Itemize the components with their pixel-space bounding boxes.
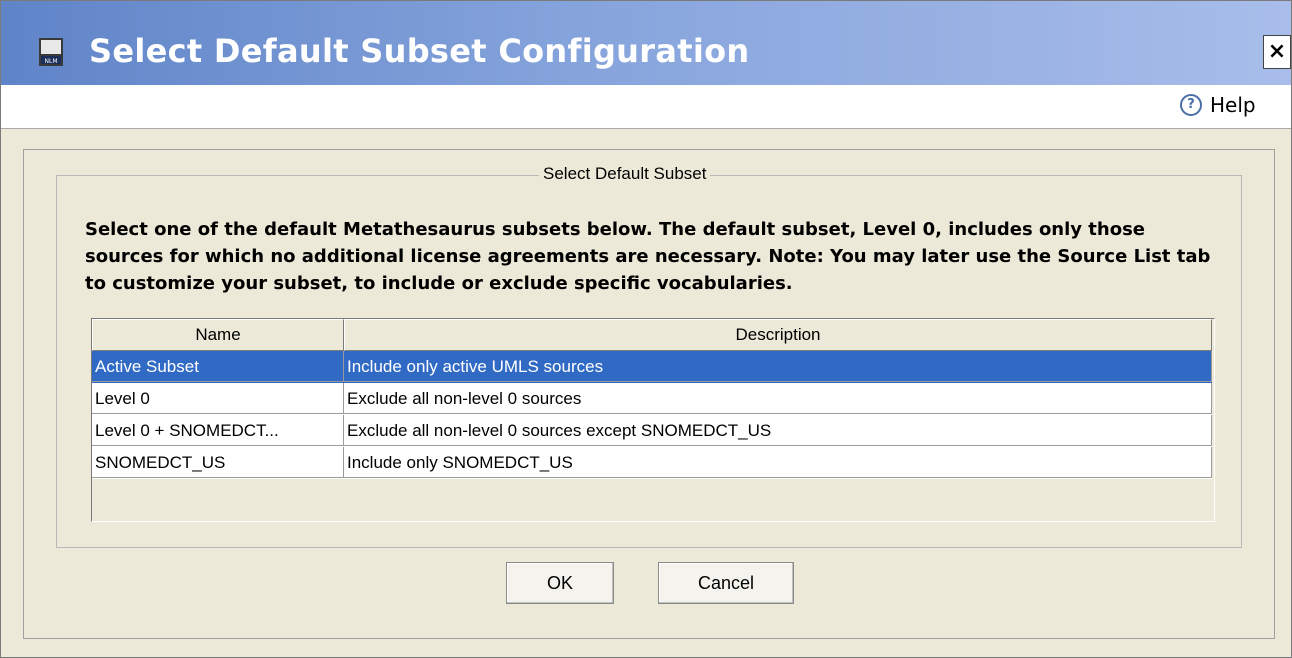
nlm-icon: NLM bbox=[39, 38, 63, 66]
table-row[interactable]: Level 0 Exclude all non-level 0 sources bbox=[92, 383, 1212, 415]
subset-fieldset: Select Default Subset Select one of the … bbox=[56, 164, 1242, 548]
instructions-text: Select one of the default Metathesaurus … bbox=[85, 219, 1211, 294]
help-link[interactable]: ? Help bbox=[1180, 93, 1256, 117]
column-header-name[interactable]: Name bbox=[92, 319, 344, 351]
help-label: Help bbox=[1210, 93, 1256, 117]
window-title: Select Default Subset Configuration bbox=[89, 32, 750, 70]
help-icon: ? bbox=[1180, 94, 1202, 116]
button-bar: OK Cancel bbox=[24, 562, 1274, 606]
table-header: Name Description bbox=[92, 319, 1212, 351]
column-header-description[interactable]: Description bbox=[344, 319, 1212, 351]
content-panel: Select Default Subset Select one of the … bbox=[23, 149, 1275, 639]
row-name-cell: Active Subset bbox=[92, 351, 344, 382]
ok-button[interactable]: OK bbox=[506, 562, 614, 604]
fieldset-legend: Select Default Subset bbox=[539, 164, 711, 184]
table-row[interactable]: Active Subset Include only active UMLS s… bbox=[92, 351, 1212, 383]
row-description-cell: Include only SNOMEDCT_US bbox=[344, 447, 1212, 478]
title-bar[interactable]: NLM Select Default Subset Configuration … bbox=[1, 1, 1291, 85]
close-button[interactable]: × bbox=[1263, 35, 1291, 69]
table-row[interactable]: Level 0 + SNOMEDCT... Exclude all non-le… bbox=[92, 415, 1212, 447]
table-row[interactable]: SNOMEDCT_US Include only SNOMEDCT_US bbox=[92, 447, 1212, 479]
dialog-window: NLM Select Default Subset Configuration … bbox=[0, 0, 1292, 658]
svg-text:NLM: NLM bbox=[44, 58, 57, 65]
row-name-cell: Level 0 bbox=[92, 383, 344, 414]
help-bar: ? Help bbox=[1, 85, 1291, 129]
row-name-cell: Level 0 + SNOMEDCT... bbox=[92, 415, 344, 446]
row-description-cell: Include only active UMLS sources bbox=[344, 351, 1212, 382]
subset-table: Name Description Active Subset Include o… bbox=[91, 318, 1215, 522]
row-description-cell: Exclude all non-level 0 sources except S… bbox=[344, 415, 1212, 446]
row-name-cell: SNOMEDCT_US bbox=[92, 447, 344, 478]
row-description-cell: Exclude all non-level 0 sources bbox=[344, 383, 1212, 414]
cancel-button[interactable]: Cancel bbox=[658, 562, 794, 604]
